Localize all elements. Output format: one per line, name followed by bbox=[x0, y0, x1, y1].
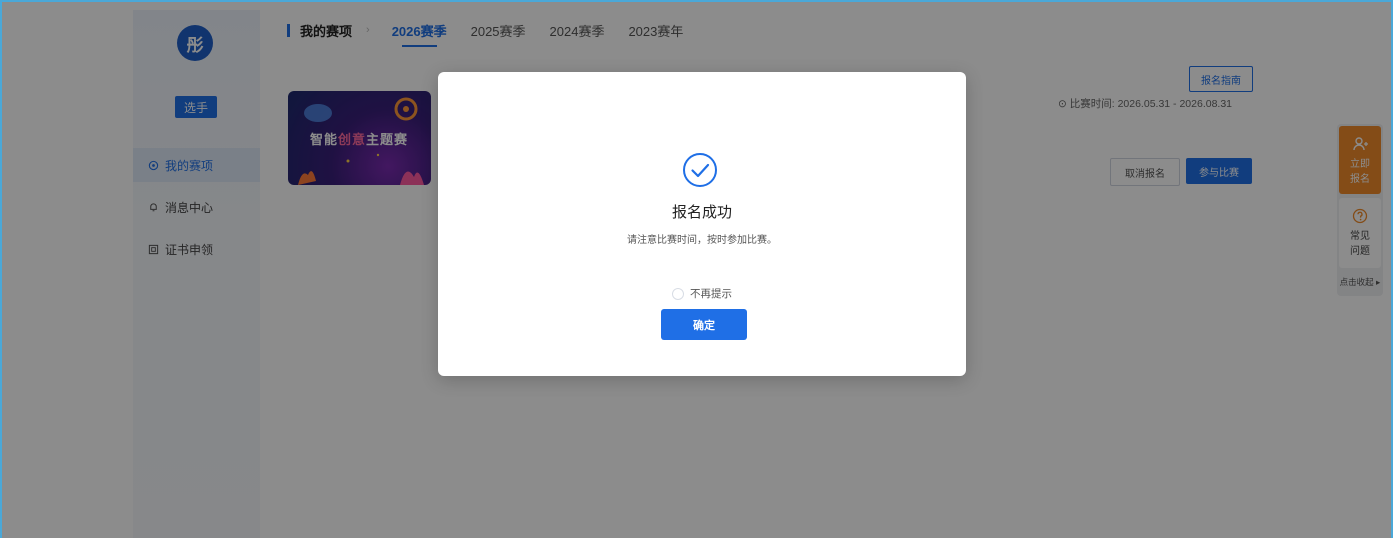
dialog-message: 请注意比赛时间，按时参加比赛。 bbox=[627, 235, 777, 246]
dont-show-again-checkbox[interactable]: 不再提示 bbox=[672, 286, 732, 301]
check-circle-icon bbox=[682, 152, 718, 188]
checkbox-circle[interactable] bbox=[672, 287, 684, 300]
dialog-title: 报名成功 bbox=[671, 204, 732, 221]
confirm-button[interactable]: 确定 bbox=[661, 309, 747, 340]
success-dialog: 报名成功 请注意比赛时间，按时参加比赛。 不再提示 确定 bbox=[438, 72, 966, 376]
